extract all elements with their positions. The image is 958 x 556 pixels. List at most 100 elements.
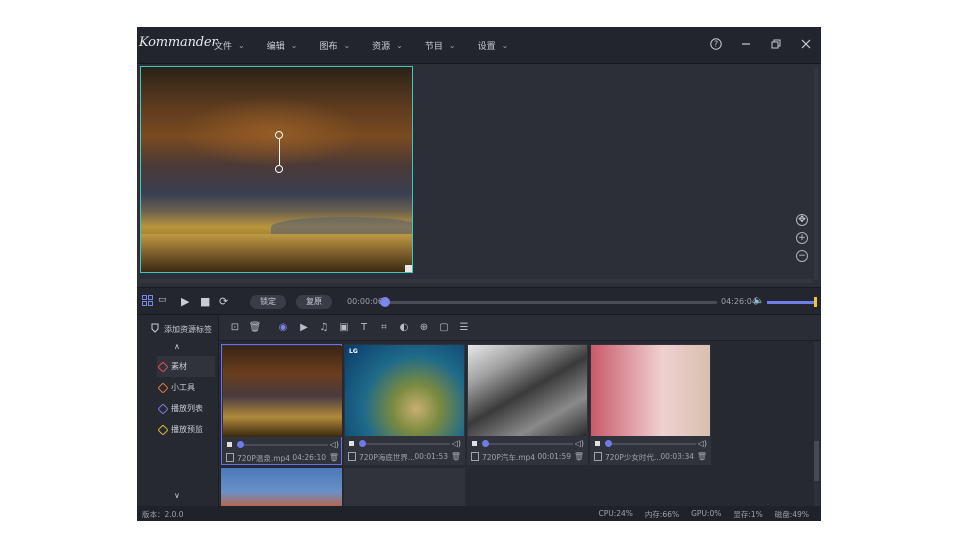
chevron-down-icon: ⌄	[238, 41, 245, 50]
media-duration: 00:01:53	[414, 452, 448, 461]
menu-canvas-label: 图布	[319, 42, 338, 52]
volume-icon[interactable]: ◁)	[452, 439, 461, 448]
vram-usage: 显存:1%	[733, 510, 763, 519]
menu-file[interactable]: 文件 ⌄	[214, 39, 245, 52]
resize-corner-icon[interactable]	[405, 265, 412, 272]
camera-icon[interactable]: ◉	[277, 321, 289, 333]
anchor-handle[interactable]	[275, 165, 283, 173]
sidebar-item-preview[interactable]: 播放预监	[157, 419, 215, 440]
sky-clouds	[181, 97, 361, 167]
media-seek-track[interactable]	[240, 444, 328, 446]
seek-knob[interactable]	[380, 297, 390, 307]
media-playback-controls: ◁)	[472, 439, 584, 449]
chevron-down-icon[interactable]: ∨	[174, 491, 180, 500]
volume-icon[interactable]: ◁)	[698, 439, 707, 448]
image-icon[interactable]: ▣	[338, 321, 350, 333]
media-playback-controls: ◁)	[227, 440, 339, 450]
tag-icon	[157, 402, 169, 415]
media-thumbnail	[223, 346, 342, 437]
volume-slider[interactable]	[767, 301, 815, 304]
close-icon[interactable]	[799, 36, 813, 52]
add-folder-icon[interactable]: ⊡	[229, 321, 241, 333]
clock-icon[interactable]: ◐	[398, 321, 410, 333]
menu-program[interactable]: 节目 ⌄	[425, 39, 456, 52]
delete-icon[interactable]: 🗑	[329, 453, 339, 462]
rotate-handle[interactable]	[275, 131, 283, 139]
menu-settings-label: 设置	[477, 42, 496, 52]
video-file-icon[interactable]: ▶	[298, 321, 310, 333]
seek-track[interactable]	[383, 301, 717, 304]
media-seek-track[interactable]	[362, 443, 450, 445]
media-card[interactable]: ◁) 720P温泉.mp4 04:26:10 🗑	[221, 344, 342, 465]
media-card[interactable]: ◁) 720P少女时代... 00:03:34 🗑	[590, 344, 711, 465]
sidebar-item-materials[interactable]: 素材	[157, 356, 215, 377]
media-info: 720P少女时代... 00:03:34 🗑	[594, 452, 707, 462]
stop-icon[interactable]	[349, 441, 354, 446]
menu-canvas[interactable]: 图布 ⌄	[319, 39, 350, 52]
trash-icon[interactable]: 🗑	[249, 321, 262, 333]
restore-button[interactable]: 复原	[296, 295, 332, 309]
main-menu: 文件 ⌄ 编辑 ⌄ 图布 ⌄ 资源 ⌄ 节目 ⌄ 设置 ⌄	[214, 39, 530, 52]
media-card[interactable]: ◁) 720P汽车.mp4 00:01:59 🗑	[467, 344, 588, 465]
add-source-tag-button[interactable]: 添加资源标签	[151, 323, 212, 335]
media-name: 720P汽车.mp4	[482, 453, 536, 462]
menu-edit[interactable]: 编辑 ⌄	[267, 39, 298, 52]
stop-icon[interactable]	[595, 441, 600, 446]
media-seek-knob[interactable]	[359, 440, 366, 447]
play-icon[interactable]: ▶	[181, 295, 189, 308]
sidebar-item-label: 素材	[171, 362, 187, 371]
restore-icon[interactable]	[769, 36, 783, 52]
stop-icon[interactable]	[227, 442, 232, 447]
media-seek-knob[interactable]	[237, 441, 244, 448]
media-seek-knob[interactable]	[605, 440, 612, 447]
preview-horizontal-scrollbar[interactable]	[140, 279, 812, 283]
media-seek-knob[interactable]	[482, 440, 489, 447]
media-seek-track[interactable]	[485, 443, 573, 445]
lock-button[interactable]: 锁定	[250, 295, 286, 309]
volume-icon[interactable]: ◁)	[575, 439, 584, 448]
minimize-icon[interactable]	[739, 36, 753, 52]
window-controls: ?	[709, 36, 813, 52]
disk-usage: 磁盘:49%	[774, 510, 809, 519]
preview-vertical-scrollbar[interactable]	[814, 68, 818, 280]
sidebar-item-label: 播放预监	[171, 425, 203, 434]
video-layer[interactable]	[140, 66, 413, 273]
volume-knob[interactable]	[814, 297, 817, 307]
menu-settings[interactable]: 设置 ⌄	[478, 39, 509, 52]
media-name: 720P少女时代...	[605, 453, 661, 462]
zoom-out-icon[interactable]: −	[796, 250, 808, 262]
capture-icon[interactable]: ⌗	[378, 321, 390, 333]
help-icon[interactable]: ?	[709, 36, 723, 52]
zoom-in-icon[interactable]: +	[796, 232, 808, 244]
media-toolbar: ⊡ 🗑 ◉ ▶ ♫ ▣ T ⌗ ◐ ⊕ ▢ ☰	[220, 315, 821, 341]
stop-icon[interactable]	[472, 441, 477, 446]
media-card[interactable]	[221, 468, 342, 506]
delete-icon[interactable]: 🗑	[697, 452, 707, 461]
preview-canvas[interactable]: ✥ + −	[137, 64, 821, 287]
sidebar-item-playlist[interactable]: 播放列表	[157, 398, 215, 419]
text-icon[interactable]: T	[358, 321, 370, 333]
web-icon[interactable]: ⊕	[418, 321, 430, 333]
fit-view-icon[interactable]: ✥	[796, 214, 808, 226]
volume-icon[interactable]: ◁)	[330, 440, 339, 449]
list-icon[interactable]: ☰	[458, 321, 470, 333]
media-playback-controls: ◁)	[349, 439, 461, 449]
scroll-thumb[interactable]	[814, 441, 819, 481]
menu-resource[interactable]: 资源 ⌄	[372, 39, 403, 52]
media-seek-track[interactable]	[608, 443, 696, 445]
delete-icon[interactable]: 🗑	[574, 452, 584, 461]
delete-icon[interactable]: 🗑	[451, 452, 461, 461]
chevron-down-icon: ⌄	[501, 41, 509, 50]
audio-icon[interactable]: ♫	[318, 321, 330, 333]
sidebar-item-widgets[interactable]: 小工具	[157, 377, 215, 398]
loop-icon[interactable]: ⟳	[219, 295, 228, 308]
volume-icon[interactable]: 🔈	[753, 296, 764, 306]
media-card[interactable]: LG ◁) 720P海底世界... 00:01:53 🗑	[344, 344, 465, 465]
media-info: 720P温泉.mp4 04:26:10 🗑	[226, 453, 339, 463]
screen-icon[interactable]: ▢	[438, 321, 450, 333]
chevron-up-icon[interactable]: ∧	[174, 342, 180, 351]
stop-icon[interactable]: ■	[200, 295, 210, 308]
monitor-icon[interactable]: ▭	[158, 295, 167, 305]
grid-view-icon[interactable]	[142, 295, 153, 309]
media-grid-scrollbar[interactable]	[814, 341, 819, 506]
